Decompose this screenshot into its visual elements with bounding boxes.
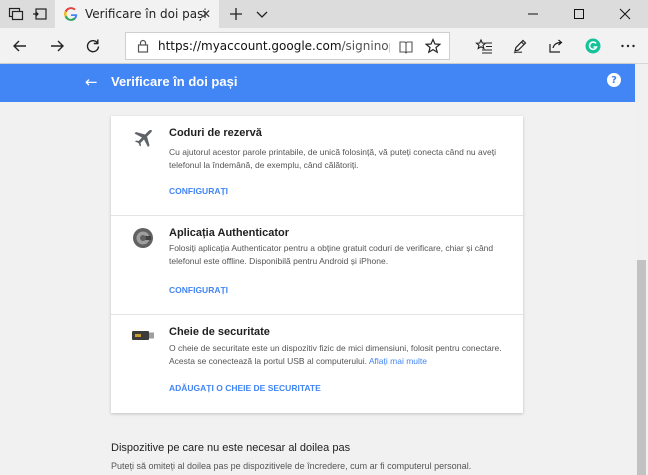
trusted-devices-description: Puteți să omiteți al doilea pas pe dispo… [111,461,472,471]
navigation-bar: https://myaccount.google.com/signinoptio… [0,28,648,64]
options-card: Coduri de rezervă Cu ajutorul acestor pa… [111,116,523,413]
address-bar[interactable]: https://myaccount.google.com/signinoptio… [125,32,450,60]
learn-more-link[interactable]: Aflați mai multe [369,356,427,366]
set-aside-tabs-icon[interactable] [32,6,48,22]
section-description: O cheie de securitate este un dispozitiv… [169,342,509,368]
add-security-key-link[interactable]: ADĂUGAȚI O CHEIE DE SECURITATE [169,383,321,393]
refresh-button[interactable] [81,34,105,58]
web-notes-button[interactable] [508,34,532,58]
description-text: O cheie de securitate este un dispozitiv… [169,343,502,366]
help-icon[interactable]: ? [607,73,621,87]
pen-icon [513,39,527,54]
reading-view-icon[interactable] [398,39,414,55]
header-back-icon[interactable]: ← [85,73,98,91]
share-button[interactable] [544,34,568,58]
backup-codes-section: Coduri de rezervă Cu ajutorul acestor pa… [111,116,523,216]
grammarly-button[interactable] [581,34,605,58]
page-header: ← Verificare în doi pași [0,64,635,102]
chevron-down-icon[interactable] [254,6,270,22]
minimize-button[interactable] [510,0,556,28]
star-icon[interactable] [425,38,441,54]
more-button[interactable] [616,34,640,58]
share-icon [549,39,563,53]
close-window-button[interactable] [602,0,648,28]
favorites-hub-button[interactable] [472,34,496,58]
grammarly-icon [585,38,601,54]
refresh-icon [86,39,100,53]
page-scrollbar[interactable] [635,64,648,475]
security-key-section: Cheie de securitate O cheie de securitat… [111,315,523,413]
section-title: Cheie de securitate [169,326,270,338]
address-text: https://myaccount.google.com/signinoptio… [158,39,390,53]
new-tab-icon[interactable] [228,6,244,22]
arrow-left-icon [13,40,26,52]
section-title: Aplicația Authenticator [169,227,289,239]
section-description: Folosiți aplicația Authenticator pentru … [169,243,494,266]
minimize-icon [528,13,538,15]
setup-backup-codes-link[interactable]: CONFIGURAȚI [169,186,228,196]
maximize-button[interactable] [556,0,602,28]
page-title: Verificare în doi pași [111,74,238,89]
authenticator-section: Aplicația Authenticator Folosiți aplicaț… [111,216,523,315]
back-button[interactable] [8,34,32,58]
usb-key-icon [132,331,154,340]
trusted-devices-title: Dispozitive pe care nu este necesar al d… [111,442,351,454]
maximize-icon [574,9,584,19]
tab-preview-icon[interactable] [8,6,24,22]
tab-title: Verificare în doi pași [85,7,207,21]
section-title: Coduri de rezervă [169,127,262,139]
favorites-hub-icon [475,38,492,54]
lock-icon [137,39,149,53]
arrow-right-icon [51,40,64,52]
close-icon [619,8,631,20]
forward-button[interactable] [45,34,69,58]
address-host: https://myaccount.google.com [158,39,342,53]
airplane-icon [134,129,152,147]
tab-close-icon[interactable]: ✕ [201,7,211,21]
google-favicon-icon [64,7,78,21]
scrollbar-thumb[interactable] [637,260,646,475]
main-content: Coduri de rezervă Cu ajutorul acestor pa… [0,102,635,475]
address-path: /signinoptions/two [341,39,390,53]
setup-authenticator-link[interactable]: CONFIGURAȚI [169,285,228,295]
title-bar: Verificare în doi pași ✕ [0,0,648,28]
authenticator-icon [133,228,153,248]
section-description: Cu ajutorul acestor parole printabile, d… [169,147,496,170]
active-tab[interactable]: Verificare în doi pași ✕ [55,0,219,28]
more-icon [621,44,635,48]
